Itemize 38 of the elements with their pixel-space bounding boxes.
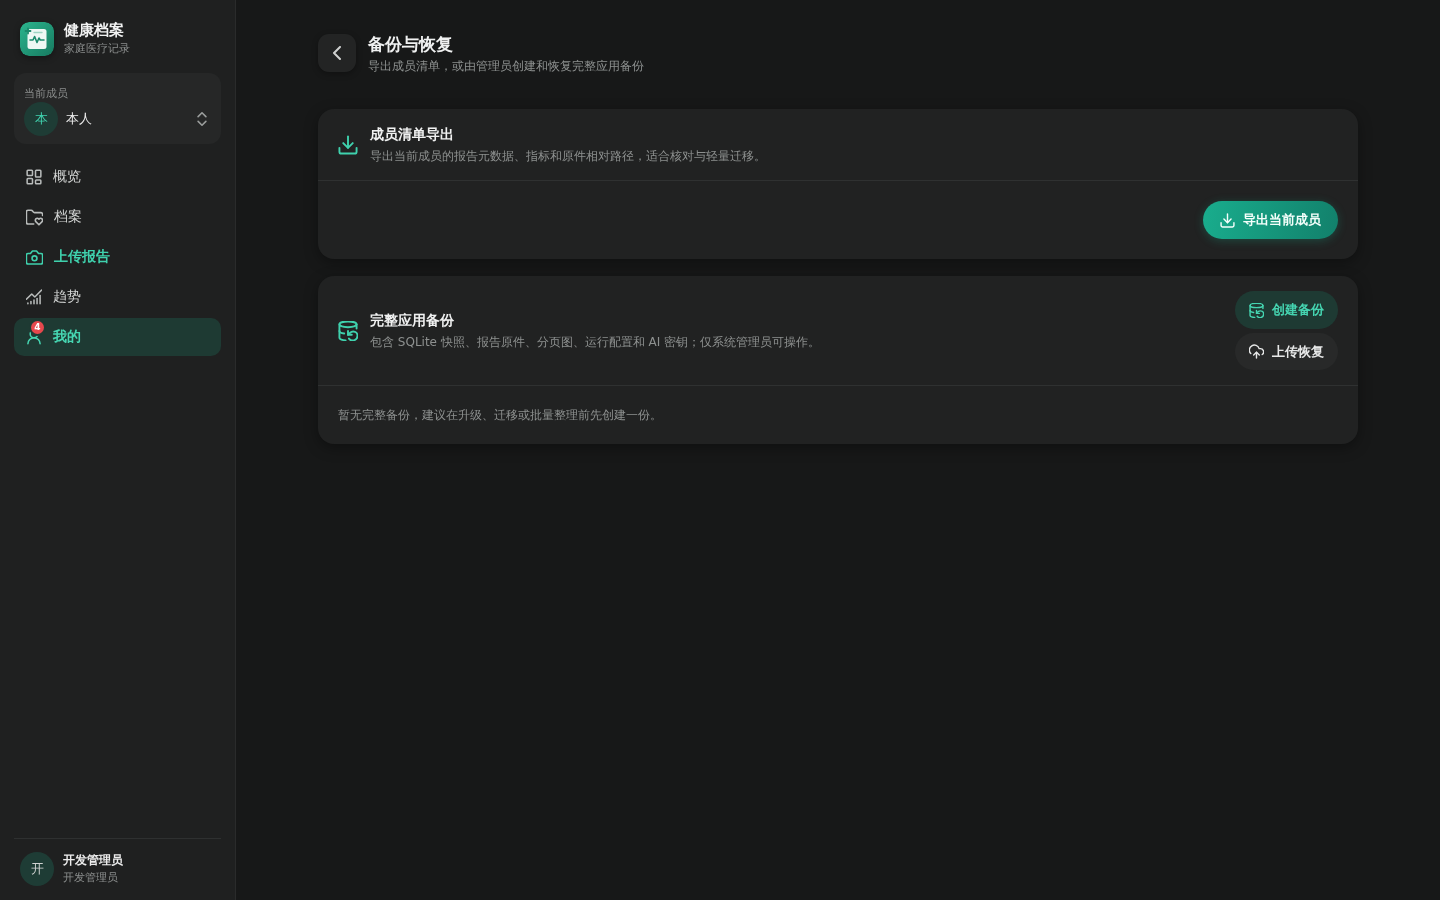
database-restore-icon: [338, 320, 358, 341]
nav-item[interactable]: 趋势: [14, 278, 221, 316]
chevron-left-icon: [330, 46, 344, 60]
member-avatar: 本: [24, 102, 58, 136]
page-subtitle: 导出成员清单，或由管理员创建和恢复完整应用备份: [368, 58, 644, 74]
member-label: 当前成员: [24, 87, 68, 101]
empty-state-note: 暂无完整备份，建议在升级、迁移或批量整理前先创建一份。: [338, 407, 662, 423]
cloud-upload-icon: [1249, 344, 1264, 359]
camera-icon: [26, 248, 43, 266]
member-name: 本人: [66, 110, 93, 128]
back-button[interactable]: [318, 34, 356, 72]
export-button[interactable]: 导出当前成员: [1203, 201, 1338, 239]
user-name: 开发管理员: [63, 853, 123, 868]
chart-icon: [26, 289, 42, 305]
nav-item[interactable]: 4 我的: [14, 318, 221, 356]
card-description: 导出当前成员的报告元数据、指标和原件相对路径，适合核对与轻量迁移。: [370, 148, 767, 164]
app-subtitle: 家庭医疗记录: [64, 42, 130, 56]
nav-item[interactable]: 概览: [14, 158, 221, 196]
upload-restore-button[interactable]: 上传恢复: [1235, 333, 1338, 370]
page-title: 备份与恢复: [368, 33, 454, 55]
app-title: 健康档案: [64, 21, 125, 39]
card-description: 包含 SQLite 快照、报告原件、分页图、运行配置和 AI 密钥；仅系统管理员可操作。: [370, 334, 822, 350]
download-icon: [1220, 212, 1235, 228]
member-switcher[interactable]: 当前成员 本 本人: [14, 73, 221, 144]
nav-item[interactable]: 上传报告: [14, 238, 221, 276]
user-avatar: 开: [20, 852, 54, 886]
database-restore-icon: [1249, 302, 1264, 318]
dashboard-grid-icon: [26, 169, 42, 185]
user-role: 开发管理员: [63, 871, 119, 885]
chevron-up-down-icon[interactable]: [195, 112, 209, 126]
card-title: 成员清单导出: [370, 125, 455, 143]
download-icon: [338, 134, 358, 155]
nav-item[interactable]: 档案: [14, 198, 221, 236]
notification-badge: 4: [31, 321, 44, 334]
app-logo-icon: [20, 21, 54, 56]
folder-heart-icon: [26, 208, 43, 226]
create-backup-button[interactable]: 创建备份: [1235, 291, 1338, 329]
card-title: 完整应用备份: [370, 311, 455, 329]
